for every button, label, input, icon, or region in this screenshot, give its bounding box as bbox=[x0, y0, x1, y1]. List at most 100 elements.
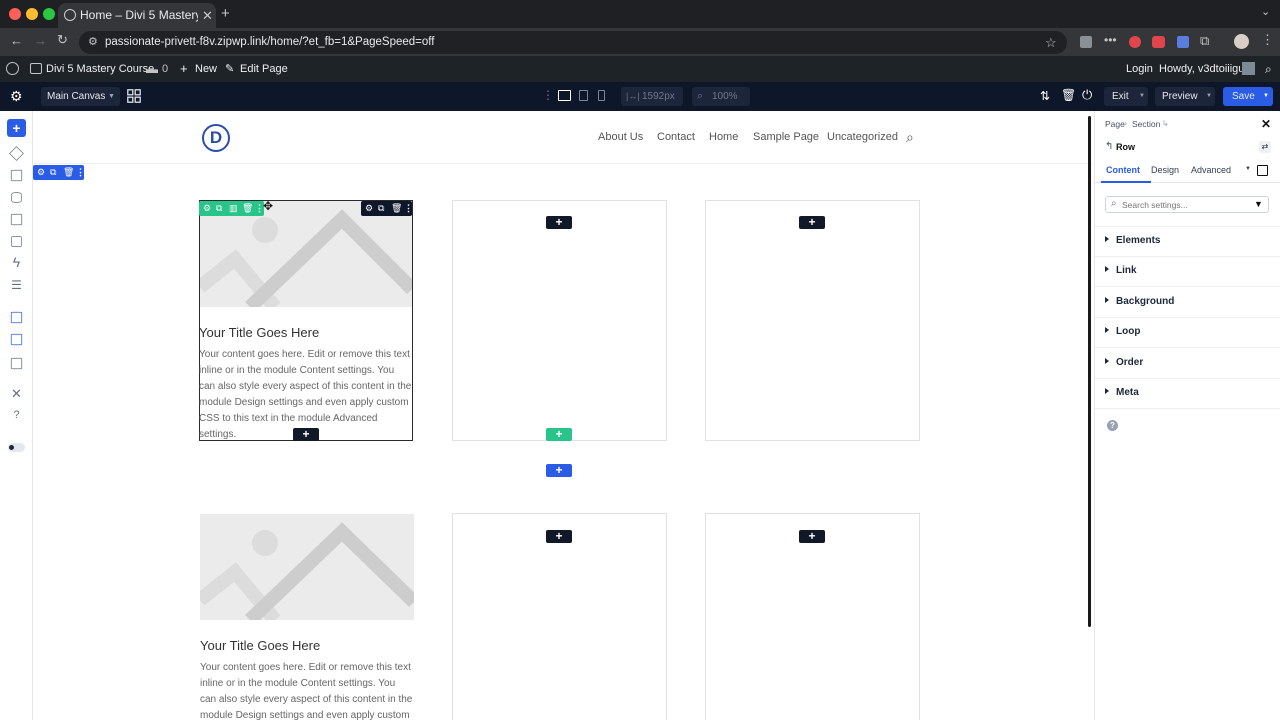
site-info-icon[interactable]: ⚙ bbox=[88, 31, 98, 54]
add-module-button[interactable]: + bbox=[293, 428, 319, 441]
module-trash-icon[interactable]: 🗑 bbox=[242, 201, 253, 216]
database-icon[interactable] bbox=[11, 192, 22, 203]
tools-icon[interactable]: ✕ bbox=[9, 386, 24, 401]
tab-search-icon[interactable]: ⌄ bbox=[1261, 5, 1270, 18]
minimize-window-button[interactable] bbox=[26, 8, 38, 20]
library-icon[interactable] bbox=[10, 169, 23, 182]
tablet-view-icon[interactable] bbox=[579, 90, 588, 101]
column-3-row-1[interactable]: + bbox=[705, 200, 920, 441]
module-settings-gear-icon[interactable]: ⚙ bbox=[203, 201, 211, 216]
page-settings-icon[interactable] bbox=[10, 213, 23, 226]
tab-design[interactable]: Design bbox=[1151, 165, 1179, 175]
back-arrow-icon[interactable]: ← bbox=[10, 33, 23, 48]
extensions-puzzle-icon[interactable]: ⧉ bbox=[1200, 33, 1209, 49]
column-more-icon[interactable]: ⋮ bbox=[404, 201, 413, 216]
column-2-row-2[interactable]: + bbox=[452, 513, 667, 720]
exit-chevron-icon[interactable]: ▼ bbox=[1139, 87, 1145, 106]
zoom-input[interactable]: ⌕ 100% bbox=[692, 87, 750, 106]
howdy-user-link[interactable]: Howdy, v3dtoiiigu9i bbox=[1159, 56, 1253, 82]
search-settings-input[interactable] bbox=[1122, 198, 1242, 211]
canvas-width-input[interactable]: |↔| 1592px bbox=[621, 87, 683, 106]
group-order[interactable]: Order bbox=[1105, 357, 1143, 368]
comments-count[interactable]: 0 bbox=[162, 56, 168, 82]
search-settings-field[interactable]: ⌕ ▼ bbox=[1105, 196, 1269, 213]
desktop-view-icon[interactable] bbox=[558, 90, 571, 101]
section-settings-gear-icon[interactable]: ⚙ bbox=[37, 165, 45, 180]
close-window-button[interactable] bbox=[9, 8, 21, 20]
section-duplicate-icon[interactable]: ⧉ bbox=[50, 165, 56, 180]
address-bar[interactable]: ⚙ passionate-privett-f8v.zipwp.link/home… bbox=[79, 31, 1067, 54]
extension-dots-icon[interactable]: ••• bbox=[1104, 33, 1117, 47]
group-elements[interactable]: Elements bbox=[1105, 235, 1160, 246]
nav-contact[interactable]: Contact bbox=[657, 131, 695, 143]
nav-uncategorized[interactable]: Uncategorized bbox=[827, 131, 898, 143]
column-1-row-2[interactable]: Your Title Goes Here Your content goes h… bbox=[199, 513, 414, 720]
column-3-row-2[interactable]: + bbox=[705, 513, 920, 720]
group-background[interactable]: Background bbox=[1105, 296, 1174, 307]
canvas-select[interactable]: Main Canvas ▼ bbox=[41, 87, 120, 106]
column-1-row-1[interactable]: Your Title Goes Here Your content goes h… bbox=[199, 200, 413, 441]
wireframe-icon[interactable] bbox=[10, 311, 23, 324]
browser-tab[interactable]: Home – Divi 5 Mastery Course ✕ bbox=[58, 3, 216, 28]
bookmark-star-icon[interactable]: ☆ bbox=[1045, 31, 1057, 54]
nav-home[interactable]: Home bbox=[709, 131, 738, 143]
back-arrow-icon[interactable]: ↰ bbox=[1105, 141, 1113, 152]
maximize-window-button[interactable] bbox=[43, 8, 55, 20]
add-module-button[interactable]: + bbox=[799, 216, 825, 229]
layers-icon[interactable] bbox=[9, 146, 24, 161]
blurb-title[interactable]: Your Title Goes Here bbox=[200, 638, 320, 653]
preview-chevron-icon[interactable]: ▼ bbox=[1206, 87, 1212, 106]
new-link[interactable]: New bbox=[195, 56, 217, 82]
tabs-dropdown-icon[interactable]: ▼ bbox=[1245, 166, 1251, 172]
forward-arrow-icon[interactable]: → bbox=[34, 33, 47, 48]
group-loop[interactable]: Loop bbox=[1105, 326, 1140, 337]
save-chevron-icon[interactable]: ▼ bbox=[1263, 87, 1269, 106]
new-tab-button[interactable]: + bbox=[221, 5, 230, 22]
close-panel-icon[interactable]: ✕ bbox=[1261, 117, 1271, 131]
user-avatar[interactable] bbox=[1242, 62, 1255, 75]
reload-icon[interactable]: ↻ bbox=[57, 32, 68, 48]
group-meta[interactable]: Meta bbox=[1105, 387, 1139, 398]
power-icon[interactable]: ⏻ bbox=[1082, 87, 1092, 103]
canvas-scrollbar[interactable] bbox=[1088, 116, 1091, 627]
site-name-link[interactable]: Divi 5 Mastery Course bbox=[46, 56, 154, 82]
section-trash-icon[interactable]: 🗑 bbox=[63, 165, 74, 180]
exit-button[interactable]: Exit ▼ bbox=[1104, 87, 1148, 106]
add-module-button[interactable]: + bbox=[546, 530, 572, 543]
blurb-title[interactable]: Your Title Goes Here bbox=[199, 325, 319, 340]
module-columns-icon[interactable]: ▥ bbox=[229, 201, 238, 216]
column-duplicate-icon[interactable]: ⧉ bbox=[378, 201, 384, 216]
image-placeholder[interactable] bbox=[200, 514, 414, 620]
blurb-body[interactable]: Your content goes here. Edit or remove t… bbox=[200, 660, 414, 720]
tab-content[interactable]: Content bbox=[1106, 165, 1140, 175]
sort-arrows-icon[interactable]: ⇅ bbox=[1040, 89, 1050, 103]
phone-view-icon[interactable] bbox=[598, 90, 605, 101]
comments-icon[interactable]: ▬ bbox=[146, 56, 158, 82]
help-icon[interactable]: ? bbox=[9, 408, 24, 423]
extension-red-icon[interactable] bbox=[1129, 36, 1141, 48]
grid-view-icon[interactable] bbox=[10, 333, 23, 346]
nav-sample-page[interactable]: Sample Page bbox=[753, 131, 819, 143]
help-icon[interactable]: ? bbox=[1107, 420, 1118, 431]
add-section-row-button[interactable]: + bbox=[546, 464, 572, 477]
nav-about-us[interactable]: About Us bbox=[598, 131, 643, 143]
trash-icon[interactable]: 🗑 bbox=[1061, 88, 1076, 102]
extension-icon[interactable] bbox=[1080, 36, 1092, 48]
site-search-icon[interactable]: ⌕ bbox=[906, 129, 914, 146]
add-row-button[interactable]: + bbox=[546, 428, 572, 441]
edit-page-link[interactable]: Edit Page bbox=[240, 56, 288, 82]
image-placeholder[interactable] bbox=[200, 201, 412, 307]
preview-button[interactable]: Preview ▼ bbox=[1155, 87, 1215, 106]
profile-avatar[interactable] bbox=[1234, 34, 1249, 49]
add-module-button[interactable]: + bbox=[546, 216, 572, 229]
wordpress-logo-icon[interactable] bbox=[6, 62, 19, 75]
save-button[interactable]: Save ▼ bbox=[1223, 87, 1273, 106]
preset-square-icon[interactable] bbox=[1257, 165, 1268, 176]
filter-funnel-icon[interactable]: ▼ bbox=[1254, 199, 1263, 209]
panel-options-icon[interactable]: ⇄ bbox=[1259, 141, 1271, 153]
database-settings-icon[interactable] bbox=[10, 357, 23, 370]
section-more-icon[interactable]: ⋮ bbox=[76, 165, 85, 180]
lightning-icon[interactable]: ϟ bbox=[9, 255, 24, 270]
add-module-button[interactable]: + bbox=[799, 530, 825, 543]
column-settings-gear-icon[interactable]: ⚙ bbox=[365, 201, 373, 216]
